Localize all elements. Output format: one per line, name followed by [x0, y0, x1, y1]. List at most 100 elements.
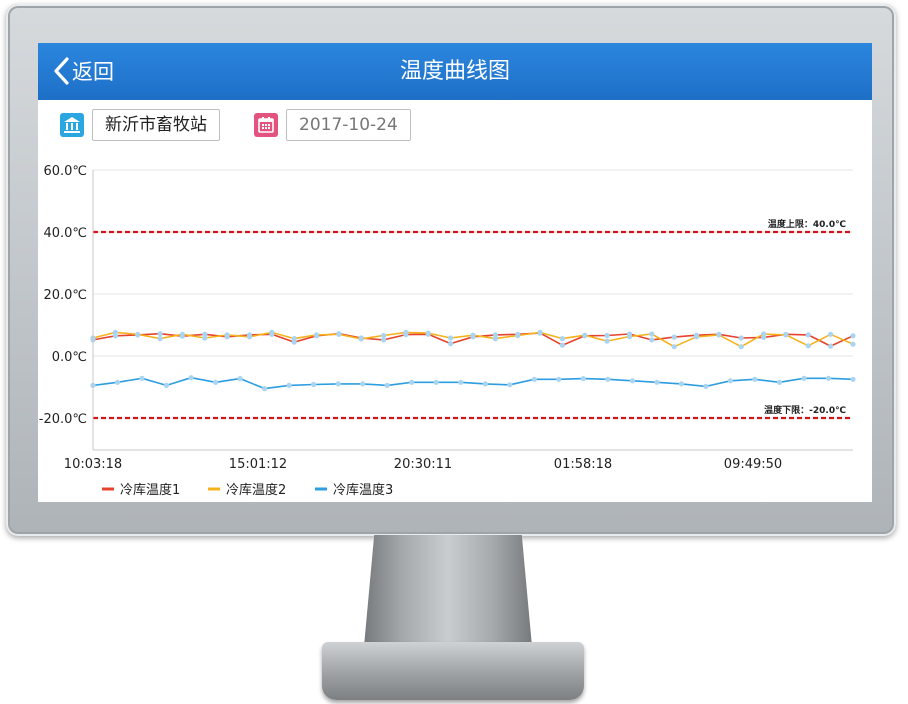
y-tick-label: 20.0℃: [43, 288, 87, 303]
x-tick-label: 01:58:18: [554, 457, 612, 472]
monitor-stand-base: [322, 642, 584, 700]
station-selector[interactable]: 新沂市畜牧站: [92, 109, 220, 141]
data-point: [850, 333, 856, 339]
legend-label: 冷库温度1: [120, 482, 180, 498]
data-point: [649, 337, 655, 343]
data-point: [850, 341, 856, 347]
data-point: [114, 379, 121, 385]
data-point: [703, 383, 709, 389]
data-point: [492, 336, 498, 342]
data-point: [448, 341, 454, 347]
x-tick-label: 09:49:50: [724, 457, 782, 472]
data-point: [604, 338, 610, 344]
data-point: [580, 376, 586, 382]
data-point: [776, 379, 783, 385]
data-point: [761, 331, 767, 337]
data-point: [313, 332, 320, 338]
data-point: [629, 378, 636, 384]
data-point: [738, 335, 744, 341]
data-point: [801, 375, 807, 381]
data-point: [727, 378, 734, 384]
data-point: [559, 342, 566, 348]
temperature-chart: 温度上限：40.0℃ 温度下限：-20.0℃ 60.0℃ 40.0℃ 20.0℃ 0.0…: [39, 164, 856, 498]
data-point: [470, 332, 476, 338]
data-point: [213, 379, 219, 385]
data-point: [409, 379, 415, 385]
data-point: [507, 382, 513, 388]
legend-label: 冷库温度3: [333, 482, 393, 498]
data-point: [262, 386, 268, 392]
data-point: [311, 381, 317, 388]
data-point: [678, 381, 685, 387]
lower-limit-label: 温度下限：-20.0℃: [764, 404, 846, 416]
data-point: [531, 376, 537, 382]
data-point: [559, 336, 566, 342]
monitor-stand-neck: [363, 535, 533, 653]
data-point: [403, 329, 409, 335]
data-point: [850, 376, 856, 382]
data-point: [291, 336, 297, 342]
x-tick-label: 15:01:12: [229, 457, 287, 472]
data-point: [752, 376, 758, 382]
y-tick-label: 40.0℃: [43, 226, 87, 241]
data-point: [237, 376, 243, 382]
data-point: [605, 376, 611, 382]
data-point: [139, 375, 145, 381]
page-title: 温度曲线图: [399, 59, 510, 84]
data-point: [269, 329, 275, 335]
data-point: [649, 331, 655, 337]
data-point: [112, 329, 118, 335]
data-point: [582, 332, 588, 338]
header-bar: 返回 温度曲线图: [38, 43, 872, 100]
calendar-icon: [254, 113, 278, 137]
data-point: [626, 333, 633, 340]
data-point: [286, 382, 292, 388]
y-tick-label: 0.0℃: [52, 350, 87, 365]
data-point: [381, 332, 387, 339]
data-point: [671, 334, 677, 340]
filter-bar: 新沂市畜牧站 2017-10-24: [60, 109, 480, 141]
data-point: [828, 343, 834, 349]
y-tick-label: 60.0℃: [43, 164, 87, 179]
data-point: [825, 375, 832, 381]
building-icon: [60, 113, 84, 137]
data-point: [224, 332, 230, 338]
data-point: [360, 381, 366, 387]
data-point: [384, 382, 390, 388]
app-screen: 返回 温度曲线图 新沂市畜牧站 2017-10-24 温度上限：40.0℃ 温度…: [38, 43, 872, 502]
data-point: [336, 331, 342, 337]
x-tick-label: 20:30:11: [394, 457, 452, 472]
data-point: [482, 381, 488, 387]
data-point: [556, 376, 562, 382]
data-point: [654, 379, 660, 385]
data-point: [604, 332, 610, 339]
data-point: [537, 329, 543, 335]
y-tick-label: -20.0℃: [39, 412, 87, 427]
series-line-3: [92, 376, 854, 390]
data-point: [805, 343, 811, 349]
data-point: [163, 382, 170, 388]
data-point: [135, 331, 141, 337]
data-point: [458, 379, 464, 385]
data-point: [671, 344, 677, 350]
data-point: [246, 334, 253, 340]
data-point: [157, 331, 163, 337]
data-point: [188, 375, 194, 381]
data-point: [202, 335, 208, 341]
data-point: [425, 330, 431, 336]
x-tick-label: 10:03:18: [64, 457, 122, 472]
data-point: [805, 332, 811, 338]
data-point: [828, 331, 834, 337]
data-point: [358, 336, 364, 342]
data-point: [448, 335, 454, 341]
data-point: [783, 332, 789, 338]
date-selector[interactable]: 2017-10-24: [286, 109, 411, 141]
data-point: [515, 332, 521, 339]
upper-limit-label: 温度上限：40.0℃: [768, 218, 846, 230]
legend-label: 冷库温度2: [226, 482, 286, 498]
data-point: [693, 334, 700, 340]
data-point: [433, 379, 439, 385]
data-point: [179, 331, 185, 337]
data-point: [738, 344, 744, 350]
data-point: [157, 336, 163, 342]
